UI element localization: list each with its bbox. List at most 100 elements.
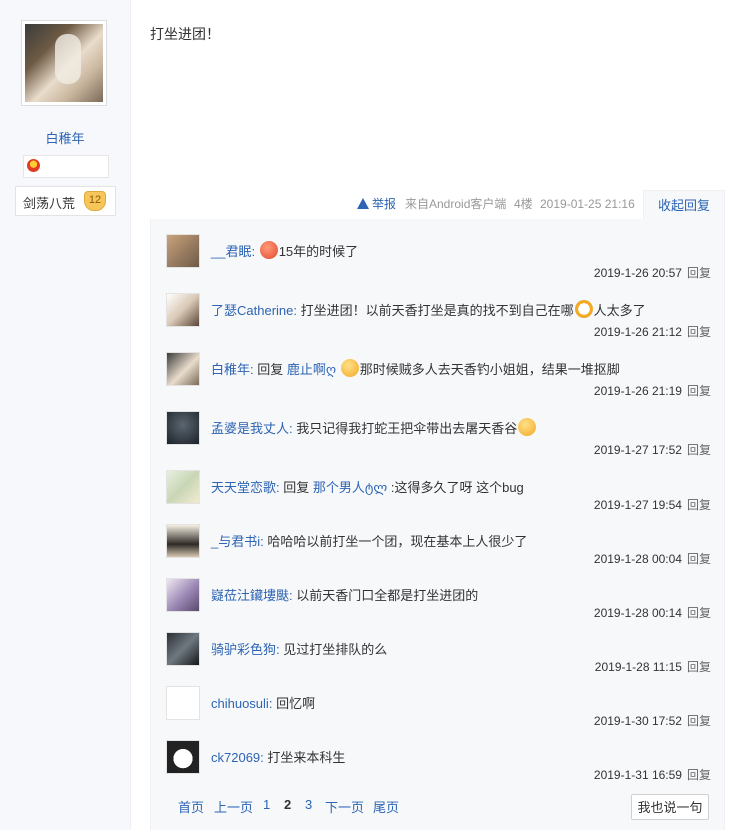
list-item: 嶷莅汢鑶塿颫: 以前天香门口全都是打坐进团的 2019-1-28 00:14 回复 (166, 578, 711, 628)
reply-time: 2019-1-26 21:12 (593, 325, 682, 339)
reply-time: 2019-1-27 19:54 (593, 498, 682, 512)
reply-line: ck72069: 打坐来本科生 (211, 747, 345, 766)
reply-line: 了瑟Catherine: 打坐进团！以前天香打坐是真的找不到自己在哪 人太多了 (211, 300, 646, 319)
reply-button[interactable]: 回复 (687, 660, 711, 674)
reply-button[interactable]: 回复 (687, 325, 711, 339)
report-link[interactable]: 举报 (357, 191, 396, 217)
reply-avatar[interactable] (166, 470, 200, 504)
reply-button[interactable]: 回复 (687, 552, 711, 566)
reply-prefix: 回复 (283, 480, 310, 495)
reply-button[interactable]: 回复 (687, 384, 711, 398)
smile-face-emoji (340, 359, 359, 377)
reply-meta: 2019-1-28 00:14 回复 (594, 604, 711, 621)
reply-time: 2019-1-31 16:59 (593, 768, 682, 782)
reply-meta: 2019-1-27 17:52 回复 (594, 441, 711, 458)
reply-meta: 2019-1-26 21:12 回复 (594, 323, 711, 340)
reply-text: 打坐来本科生 (267, 750, 346, 765)
reply-avatar[interactable] (166, 293, 200, 327)
red-face-emoji (259, 241, 278, 259)
reply-meta: 2019-1-26 20:57 回复 (594, 264, 711, 281)
list-item: chihuosuli: 回忆啊 2019-1-30 17:52 回复 (166, 686, 711, 736)
reply-text: 回忆啊 (276, 696, 316, 711)
page-next[interactable]: 下一页 (325, 797, 364, 816)
post-time: 2019-01-25 21:16 (540, 197, 635, 211)
page-2-current: 2 (284, 797, 292, 812)
list-item: 骑驴彩色狗: 见过打坐排队的么 2019-1-28 11:15 回复 (166, 632, 711, 682)
page-1[interactable]: 1 (263, 797, 270, 812)
reply-author[interactable]: 了瑟Catherine: (211, 303, 297, 318)
game-badge-icon (27, 159, 40, 172)
reply-author[interactable]: 骑驴彩色狗: (211, 642, 280, 657)
reply-time: 2019-1-27 17:52 (593, 443, 682, 457)
page-first[interactable]: 首页 (178, 797, 204, 816)
reply-avatar[interactable] (166, 234, 200, 268)
reply-button[interactable]: 回复 (687, 498, 711, 512)
reply-author[interactable]: ck72069: (211, 750, 264, 765)
reply-avatar[interactable] (166, 411, 200, 445)
reply-line: 天天堂恋歌: 回复 那个男人ტლ :这得多久了呀 这个bug (211, 477, 524, 496)
reply-button[interactable]: 回复 (687, 606, 711, 620)
reply-text: 那时候贼多人去天香钓小姐姐，结果一堆抠脚 (359, 362, 620, 377)
reply-line: chihuosuli: 回忆啊 (211, 693, 315, 712)
reply-avatar[interactable] (166, 686, 200, 720)
reply-time: 2019-1-28 00:14 (593, 606, 682, 620)
post-source: 来自Android客户端 (405, 197, 507, 211)
reply-text-cont: 人太多了 (593, 303, 646, 318)
reply-author[interactable]: __君眠: (211, 244, 255, 259)
list-item: ck72069: 打坐来本科生 2019-1-31 16:59 回复 (166, 740, 711, 790)
page-prev[interactable]: 上一页 (214, 797, 253, 816)
reply-avatar[interactable] (166, 524, 200, 558)
reply-time: 2019-1-26 20:57 (593, 266, 682, 280)
page-last[interactable]: 尾页 (373, 797, 399, 816)
reply-line: 骑驴彩色狗: 见过打坐排队的么 (211, 639, 387, 658)
list-item: 了瑟Catherine: 打坐进团！以前天香打坐是真的找不到自己在哪 人太多了 2… (166, 293, 711, 343)
author-sidebar: 白稚年 剑荡八荒 12 (0, 0, 131, 830)
reply-line: 嶷莅汢鑶塿颫: 以前天香门口全都是打坐进团的 (211, 585, 478, 604)
author-badge[interactable] (23, 155, 109, 178)
reply-author[interactable]: _与君书i: (211, 534, 264, 549)
say-something-button[interactable]: 我也说一句 (631, 794, 709, 820)
ring-face-emoji (574, 300, 593, 318)
reply-avatar[interactable] (166, 352, 200, 386)
reply-text: :这得多久了呀 这个bug (390, 480, 524, 495)
reply-author[interactable]: 天天堂恋歌: (211, 480, 280, 495)
page-3[interactable]: 3 (305, 797, 312, 812)
list-item: 天天堂恋歌: 回复 那个男人ტლ :这得多久了呀 这个bug 2019-1-27… (166, 470, 711, 520)
avatar-image (25, 24, 103, 102)
reply-button[interactable]: 回复 (687, 266, 711, 280)
author-avatar[interactable] (21, 20, 107, 106)
reply-prefix: 回复 (257, 362, 284, 377)
reply-line: 白稚年: 回复 鹿止啊ღ 那时候贼多人去天香钓小姐姐，结果一堆抠脚 (211, 359, 620, 378)
reply-author[interactable]: 孟婆是我丈人: (211, 421, 293, 436)
reply-avatar[interactable] (166, 578, 200, 612)
reply-button[interactable]: 回复 (687, 768, 711, 782)
reply-meta: 2019-1-28 11:15 回复 (595, 658, 711, 675)
post-content: 打坐进团！ (150, 26, 220, 42)
author-level[interactable]: 剑荡八荒 12 (15, 186, 116, 216)
reply-text: 哈哈哈以前打坐一个团，现在基本上人很少了 (267, 534, 528, 549)
reply-avatar[interactable] (166, 632, 200, 666)
list-item: 白稚年: 回复 鹿止啊ღ 那时候贼多人去天香钓小姐姐，结果一堆抠脚 2019-1… (166, 352, 711, 402)
author-username[interactable]: 白稚年 (0, 128, 130, 147)
reply-time: 2019-1-26 21:19 (593, 384, 682, 398)
reply-line: __君眠: 15年的时候了 (211, 241, 358, 260)
reply-author[interactable]: 白稚年: (211, 362, 254, 377)
reply-meta: 2019-1-31 16:59 回复 (594, 766, 711, 783)
reply-quote-user[interactable]: 那个男人ტლ (313, 480, 387, 495)
reply-author[interactable]: 嶷莅汢鑶塿颫: (211, 588, 293, 603)
reply-button[interactable]: 回复 (687, 714, 711, 728)
reply-avatar[interactable] (166, 740, 200, 774)
reply-line: 孟婆是我丈人: 我只记得我打蛇王把伞带出去屠天香谷 (211, 418, 537, 437)
reply-quote-user[interactable]: 鹿止啊ღ (287, 362, 336, 377)
reply-meta: 2019-1-26 21:19 回复 (594, 382, 711, 399)
reply-button[interactable]: 回复 (687, 443, 711, 457)
reply-text: 打坐进团！以前天香打坐是真的找不到自己在哪 (300, 303, 574, 318)
reply-text: 我只记得我打蛇王把伞带出去屠天香谷 (296, 421, 518, 436)
reply-line: _与君书i: 哈哈哈以前打坐一个团，现在基本上人很少了 (211, 531, 527, 550)
collapse-replies-button[interactable]: 收起回复 (643, 190, 725, 220)
reply-time: 2019-1-28 11:15 (594, 660, 682, 674)
level-number-badge: 12 (84, 191, 106, 211)
list-item: __君眠: 15年的时候了 2019-1-26 20:57 回复 (166, 234, 711, 284)
reply-author[interactable]: chihuosuli: (211, 696, 272, 711)
list-item: 孟婆是我丈人: 我只记得我打蛇王把伞带出去屠天香谷 2019-1-27 17:5… (166, 411, 711, 461)
